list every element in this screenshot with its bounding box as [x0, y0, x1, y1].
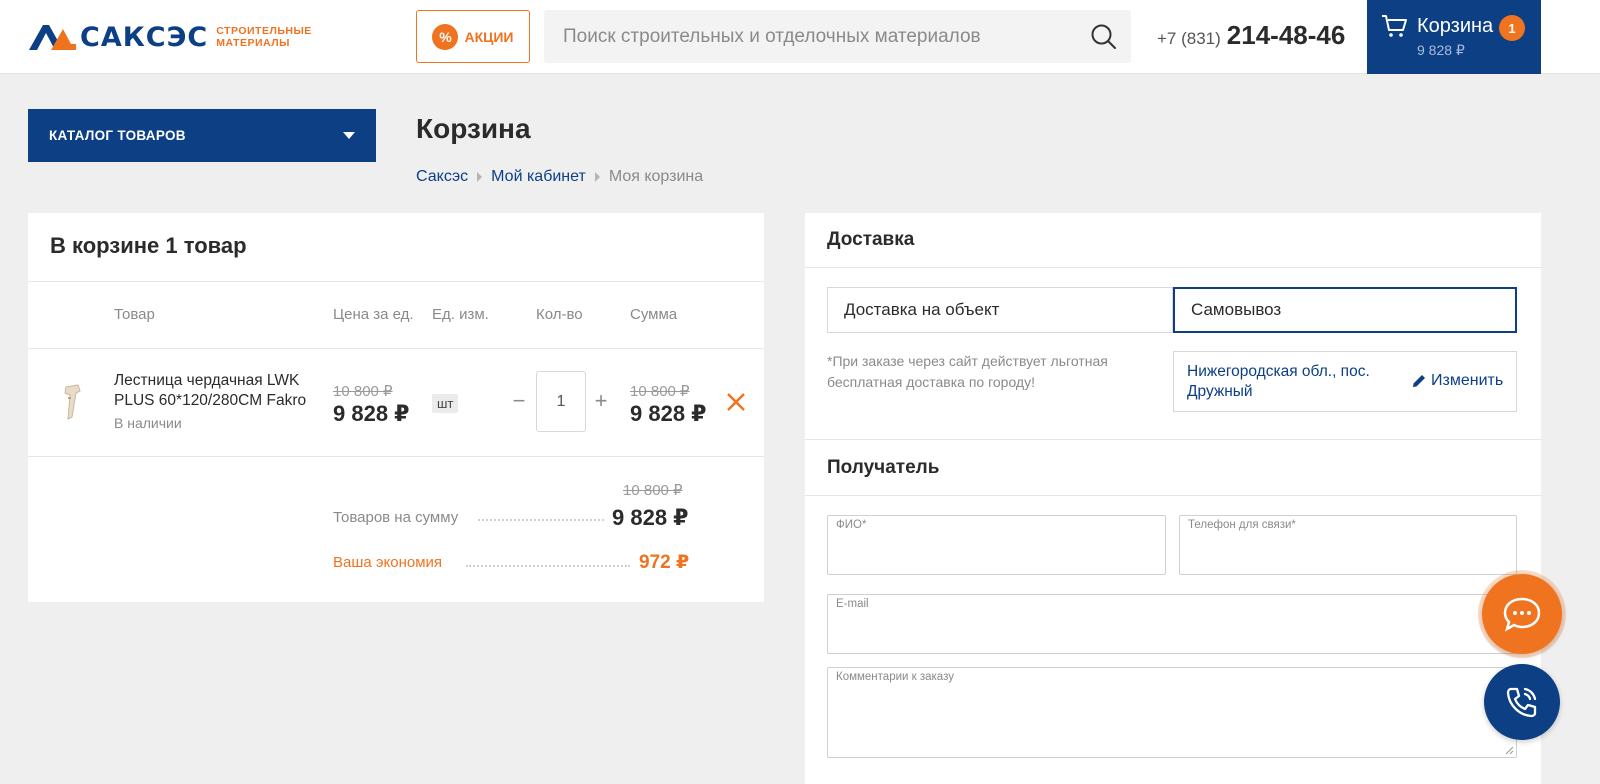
cart-count-badge: 1	[1499, 15, 1525, 41]
search-icon[interactable]	[1090, 23, 1117, 50]
promotions-label: АКЦИИ	[464, 28, 514, 45]
column-header-sum: Сумма	[630, 306, 678, 323]
resize-grip-icon[interactable]	[1505, 746, 1514, 755]
checkout-panel: Доставка Доставка на объект Самовывоз *П…	[805, 213, 1541, 784]
page-title: Корзина	[416, 113, 531, 144]
divider	[28, 281, 764, 282]
cart-panel: В корзине 1 товар Товар Цена за ед. Ед. …	[28, 213, 764, 602]
catalog-label: КАТАЛОГ ТОВАРОВ	[49, 128, 186, 143]
column-header-product: Товар	[114, 306, 155, 323]
comment-field[interactable]: Комментарии к заказу	[827, 667, 1517, 758]
product-image[interactable]	[58, 381, 86, 427]
address-text: Нижегородская обл., пос. Дружный	[1187, 363, 1370, 400]
pencil-icon	[1413, 375, 1425, 387]
unit-price-old: 10 800 ₽	[333, 383, 393, 400]
total-label: Товаров на сумму	[333, 509, 459, 526]
unit-price: 9 828 ₽	[333, 401, 410, 426]
breadcrumb-separator-icon	[477, 172, 483, 182]
comment-field-label: Комментарии к заказу	[836, 671, 954, 683]
breadcrumb-account[interactable]: Мой кабинет	[491, 168, 586, 186]
divider	[805, 495, 1541, 496]
address-box: Нижегородская обл., пос. Дружный Изменит…	[1173, 351, 1517, 412]
logo-tagline-line1: строительные	[216, 25, 312, 37]
percent-icon: %	[432, 23, 459, 50]
call-button[interactable]	[1484, 664, 1560, 740]
name-input[interactable]	[828, 532, 1165, 574]
chat-icon	[1503, 597, 1541, 632]
cart-icon	[1382, 15, 1407, 37]
name-field[interactable]: ФИО*	[827, 515, 1166, 575]
dotted-leader	[466, 565, 630, 567]
delivery-note: *При заказе через сайт действует льготна…	[827, 353, 1108, 390]
catalog-button[interactable]: КАТАЛОГ ТОВАРОВ	[28, 109, 376, 162]
divider	[805, 439, 1541, 440]
email-field-label: E-mail	[836, 598, 869, 610]
close-icon[interactable]	[725, 391, 747, 413]
divider	[28, 348, 764, 349]
column-header-unit: Ед. изм.	[432, 306, 489, 323]
sum-old: 10 800 ₽	[630, 383, 690, 400]
phone-code: +7 (831)	[1157, 29, 1221, 48]
phone-field[interactable]: Телефон для связи*	[1179, 515, 1517, 575]
delivery-title: Доставка	[827, 229, 915, 250]
name-field-label: ФИО*	[836, 519, 867, 531]
logo-tagline: строительные материалы	[216, 25, 312, 49]
phone-input[interactable]	[1180, 532, 1516, 574]
divider	[805, 267, 1541, 268]
chat-button[interactable]	[1482, 574, 1562, 654]
line-sum: 9 828 ₽	[630, 401, 707, 426]
email-field[interactable]: E-mail	[827, 594, 1517, 654]
promotions-button[interactable]: % АКЦИИ	[416, 10, 530, 63]
cart-label: Корзина	[1417, 15, 1494, 37]
change-address-button[interactable]: Изменить	[1411, 372, 1503, 390]
search-input[interactable]	[544, 10, 1074, 63]
column-header-qty: Кол-во	[536, 306, 583, 323]
qty-decrease-button[interactable]: −	[509, 388, 529, 414]
breadcrumb-home[interactable]: Саксэс	[416, 168, 468, 186]
header-phone[interactable]: +7 (831) 214-48-46	[1157, 20, 1345, 52]
savings-value: 972 ₽	[639, 552, 690, 573]
column-header-price: Цена за ед.	[333, 306, 414, 323]
logo-mark-icon	[29, 25, 76, 50]
unit-badge: шт	[432, 394, 459, 413]
divider	[28, 456, 764, 457]
phone-field-label: Телефон для связи*	[1188, 519, 1296, 531]
qty-increase-button[interactable]: +	[591, 388, 611, 414]
change-address-label: Изменить	[1431, 372, 1504, 389]
dotted-leader	[478, 519, 604, 521]
logo-text: САКСЭС	[80, 21, 209, 53]
phone-number: 214-48-46	[1226, 20, 1346, 50]
stock-status: В наличии	[114, 415, 182, 431]
cart-heading: В корзине 1 товар	[50, 233, 247, 258]
logo[interactable]: САКСЭС строительные материалы	[27, 21, 312, 53]
recipient-title: Получатель	[827, 457, 940, 478]
cart-total: 9 828 ₽	[1417, 42, 1465, 58]
product-name[interactable]: Лестница чердачная LWK PLUS 60*120/280CM…	[114, 371, 326, 411]
search-bar	[544, 10, 1131, 63]
tab-pickup[interactable]: Самовывоз	[1173, 287, 1517, 333]
site-header: САКСЭС строительные материалы % АКЦИИ +7…	[0, 0, 1600, 74]
breadcrumb-separator-icon	[594, 172, 600, 182]
phone-icon	[1506, 687, 1537, 718]
comment-textarea[interactable]	[828, 684, 1516, 757]
breadcrumb-current: Моя корзина	[608, 168, 704, 185]
quantity-input[interactable]	[536, 371, 586, 432]
logo-tagline-line2: материалы	[216, 37, 290, 49]
header-cart-button[interactable]: Корзина 1 9 828 ₽	[1367, 0, 1541, 74]
tab-delivery-to-site[interactable]: Доставка на объект	[827, 287, 1173, 333]
breadcrumb: Саксэс Мой кабинет Моя корзина	[416, 168, 703, 186]
email-input[interactable]	[828, 611, 1516, 653]
total-value: 9 828 ₽	[612, 505, 689, 530]
savings-label: Ваша экономия	[333, 554, 443, 571]
caret-down-icon	[343, 132, 355, 139]
total-old: 10 800 ₽	[623, 482, 683, 499]
